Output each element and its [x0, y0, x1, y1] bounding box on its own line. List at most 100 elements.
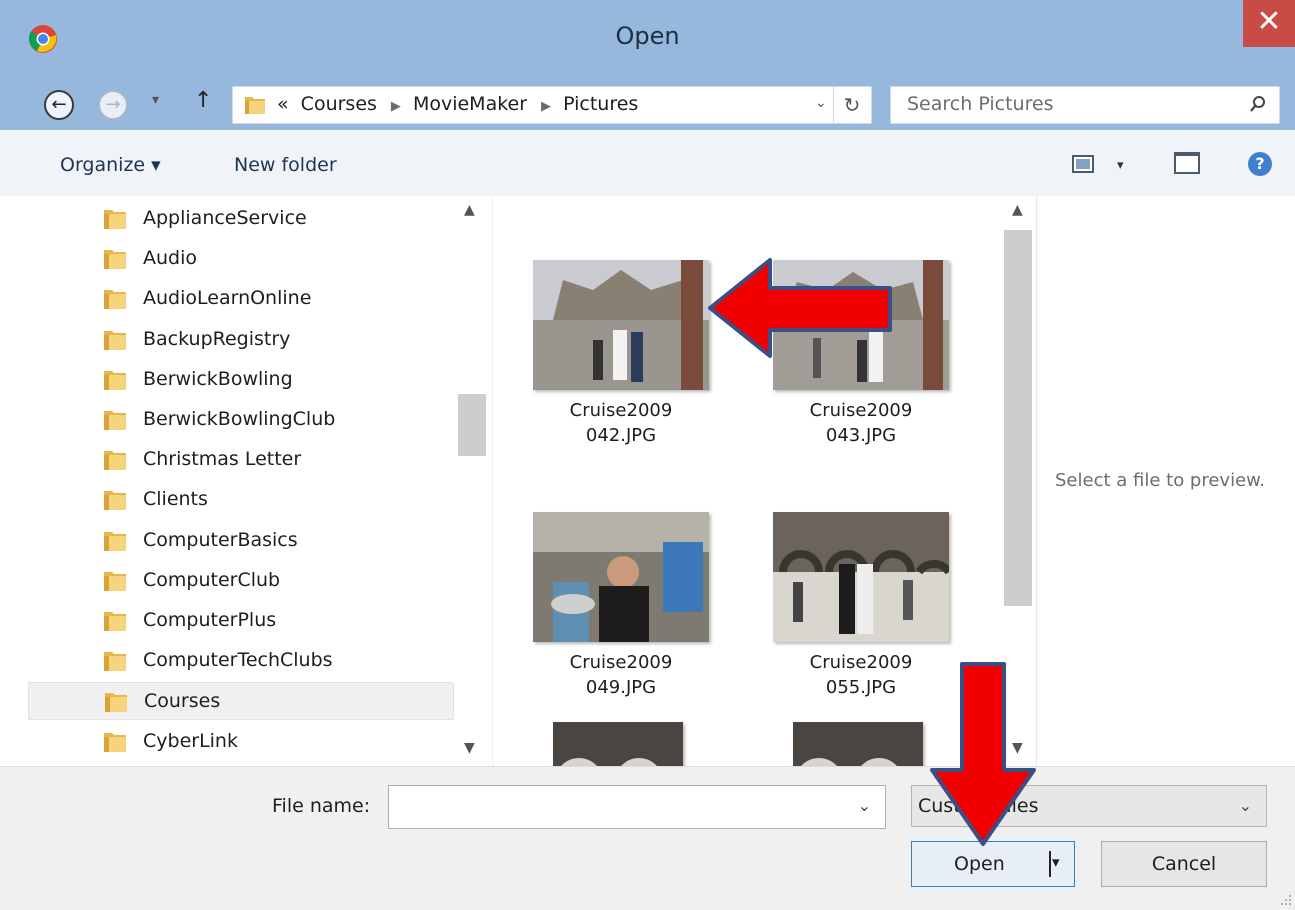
- sidebar-item-label: Courses: [144, 690, 221, 713]
- folder-icon: [104, 250, 126, 270]
- forward-button[interactable]: →: [98, 90, 128, 120]
- open-file-dialog: Open ✕ ← → ▾ ↑ « Courses ▶ MovieMaker ▶ Pi…: [0, 0, 1295, 910]
- sidebar-item-label: ComputerPlus: [143, 609, 277, 631]
- command-toolbar: Organize ▾ New folder ▾ ?: [0, 130, 1295, 197]
- sidebar-item-label: Christmas Letter: [143, 448, 302, 471]
- new-folder-button[interactable]: New folder: [234, 154, 337, 176]
- image-thumbnail[interactable]: [773, 512, 949, 642]
- sidebar-item-folder[interactable]: BerwickBowlingClub: [28, 401, 454, 439]
- up-button[interactable]: ↑: [194, 88, 212, 113]
- sidebar-item-label: AudioLearnOnline: [143, 287, 312, 310]
- sidebar-item-folder[interactable]: AudioLearnOnline: [28, 280, 454, 318]
- folder-icon: [104, 531, 126, 551]
- navigation-pane: ApplianceService Audio AudioLearnOnline Bac…: [0, 196, 492, 766]
- sidebar-item-folder[interactable]: ComputerBasics: [28, 522, 454, 560]
- open-button[interactable]: Open ▾: [911, 841, 1075, 887]
- breadcrumb-courses[interactable]: Courses: [301, 93, 377, 115]
- file-name-line: Cruise2009: [809, 652, 913, 673]
- open-options-arrow[interactable]: ▾: [1052, 853, 1060, 871]
- image-thumbnail[interactable]: [533, 260, 709, 390]
- folder-icon: [104, 370, 126, 390]
- address-bar[interactable]: « Courses ▶ MovieMaker ▶ Pictures ⌄ ↻: [232, 86, 872, 124]
- search-icon[interactable]: [1249, 95, 1267, 113]
- folder-icon: [104, 612, 126, 631]
- folder-icon: [104, 210, 126, 229]
- scroll-down-arrow[interactable]: ▼: [1012, 740, 1023, 756]
- preview-pane-icon[interactable]: [1174, 152, 1200, 174]
- recent-locations-button[interactable]: ▾: [152, 92, 159, 108]
- sidebar-item-folder[interactable]: ApplianceService: [28, 200, 454, 238]
- folder-icon: [104, 652, 126, 672]
- sidebar-item-folder[interactable]: ComputerTechClubs: [28, 642, 454, 680]
- image-thumbnail[interactable]: [533, 512, 709, 642]
- file-name-line: 055.JPG: [825, 677, 897, 698]
- help-icon[interactable]: ?: [1248, 152, 1272, 176]
- cancel-button[interactable]: Cancel: [1101, 841, 1267, 887]
- scrollbar-thumb[interactable]: [1004, 230, 1032, 606]
- sidebar-item-folder[interactable]: ComputerClub: [28, 562, 454, 600]
- folder-icon: [104, 491, 126, 511]
- folder-icon: [105, 693, 127, 713]
- breadcrumb-overflow[interactable]: «: [277, 93, 289, 115]
- view-icon[interactable]: [1072, 155, 1094, 173]
- image-thumbnail[interactable]: [793, 722, 923, 766]
- file-name-line: Cruise2009: [809, 400, 913, 421]
- file-type-select[interactable]: Custom Files ⌄: [911, 785, 1267, 827]
- address-row: ← → ▾ ↑ « Courses ▶ MovieMaker ▶ Pictures …: [0, 78, 1295, 130]
- close-button[interactable]: ✕: [1243, 0, 1295, 47]
- folder-icon: [104, 451, 126, 471]
- address-dropdown-button[interactable]: ⌄: [815, 95, 827, 111]
- scrollbar-thumb[interactable]: [458, 394, 486, 456]
- open-button-label: Open: [954, 853, 1005, 875]
- sidebar-item-label: ApplianceService: [143, 207, 307, 229]
- sidebar-item-folder[interactable]: Christmas Letter: [28, 441, 454, 479]
- sidebar-item-label: Clients: [143, 488, 208, 511]
- file-name-line: Cruise2009: [569, 400, 673, 421]
- sidebar-item-label: ComputerTechClubs: [143, 649, 333, 672]
- folder-icon: [104, 732, 126, 752]
- resize-grip-icon[interactable]: [1280, 894, 1292, 906]
- window-title: Open: [615, 22, 680, 50]
- breadcrumb-separator-icon: ▶: [390, 99, 401, 114]
- view-options-arrow[interactable]: ▾: [1117, 158, 1124, 173]
- folder-icon: [104, 290, 126, 310]
- sidebar-item-label: ComputerClub: [143, 568, 281, 591]
- sidebar-item-folder[interactable]: BerwickBowling: [28, 361, 454, 399]
- sidebar-item-folder[interactable]: CyberLink: [28, 723, 454, 761]
- sidebar-item-label: ComputerBasics: [143, 528, 298, 551]
- folder-icon: [104, 411, 126, 430]
- file-list-scrollbar[interactable]: ▲ ▼: [1000, 196, 1036, 766]
- file-type-dropdown-icon[interactable]: ⌄: [1239, 796, 1252, 815]
- scroll-up-arrow[interactable]: ▲: [1012, 202, 1023, 218]
- sidebar-item-folder[interactable]: Courses: [28, 682, 454, 721]
- folder-icon: [104, 571, 126, 591]
- refresh-button[interactable]: ↻: [833, 87, 870, 123]
- file-name-dropdown-icon[interactable]: ⌄: [858, 796, 871, 815]
- sidebar-item-folder[interactable]: BackupRegistry: [28, 321, 454, 359]
- breadcrumb-pictures[interactable]: Pictures: [563, 93, 638, 115]
- scroll-up-arrow[interactable]: ▲: [464, 202, 475, 218]
- navigation-scrollbar[interactable]: ▲ ▼: [456, 196, 488, 766]
- folder-icon: [245, 97, 265, 114]
- sidebar-item-label: BackupRegistry: [143, 327, 291, 350]
- sidebar-item-folder[interactable]: Audio: [28, 240, 454, 278]
- sidebar-item-label: CyberLink: [143, 729, 238, 752]
- image-thumbnail[interactable]: [553, 722, 683, 766]
- folder-icon: [104, 330, 126, 350]
- file-name-label: File name:: [272, 795, 371, 817]
- sidebar-item-label: BerwickBowling: [143, 367, 293, 390]
- back-button[interactable]: ←: [44, 90, 74, 120]
- bottom-bar: File name: ⌄ Custom Files ⌄ Open ▾ Cance…: [0, 766, 1295, 910]
- file-name-input[interactable]: ⌄: [388, 785, 886, 829]
- sidebar-item-folder[interactable]: Clients: [28, 481, 454, 519]
- title-bar: Open ✕: [0, 0, 1295, 78]
- file-name-line: Cruise2009: [569, 652, 673, 673]
- file-type-value: Custom Files: [918, 795, 1039, 817]
- organize-button[interactable]: Organize ▾: [60, 154, 161, 176]
- scroll-down-arrow[interactable]: ▼: [464, 740, 475, 756]
- search-input[interactable]: Search Pictures: [890, 86, 1280, 124]
- sidebar-item-folder[interactable]: ComputerPlus: [28, 602, 454, 640]
- file-name-line: 049.JPG: [585, 677, 657, 698]
- breadcrumb-moviemaker[interactable]: MovieMaker: [413, 93, 527, 115]
- image-thumbnail[interactable]: [773, 260, 949, 390]
